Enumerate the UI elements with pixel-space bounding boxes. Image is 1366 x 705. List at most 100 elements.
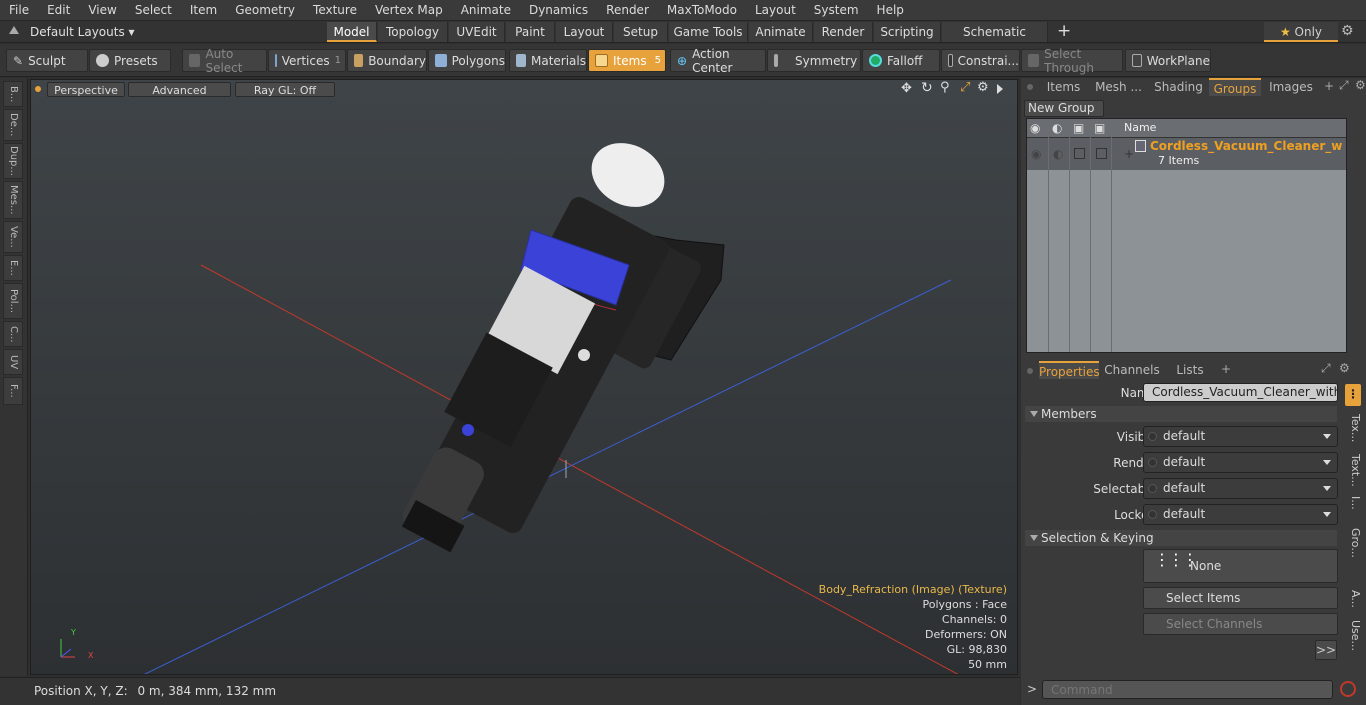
materials-button[interactable]: Materials	[509, 49, 587, 72]
tab-shading[interactable]: Shading	[1151, 78, 1206, 96]
add-panel-tab-icon[interactable]: +	[1324, 79, 1334, 93]
none-button[interactable]: ⋮⋮⋮ None	[1143, 549, 1338, 583]
workplane-button[interactable]: WorkPlane	[1125, 49, 1211, 72]
menu-system[interactable]: System	[805, 0, 868, 21]
row-lock-checkbox[interactable]	[1074, 148, 1085, 159]
side-tab-text[interactable]: Text...	[1346, 450, 1362, 490]
more-button[interactable]: >>	[1315, 640, 1337, 660]
left-tab-polygon[interactable]: Pol...	[3, 283, 23, 319]
menu-geometry[interactable]: Geometry	[226, 0, 304, 21]
tab-groups[interactable]: Groups	[1209, 78, 1261, 96]
tab-game-tools[interactable]: Game Tools	[669, 22, 748, 42]
select-channels-button[interactable]: Select Channels	[1143, 613, 1338, 635]
row-eye-icon[interactable]: ◉	[1031, 147, 1041, 161]
expand-panel-icon[interactable]: ⤢	[1339, 78, 1349, 93]
side-tab-a[interactable]: A...	[1346, 584, 1362, 614]
record-icon[interactable]	[1340, 681, 1356, 697]
command-input[interactable]	[1042, 680, 1333, 699]
tab-scripting[interactable]: Scripting	[874, 22, 941, 42]
tab-uvedit[interactable]: UVEdit	[449, 22, 505, 42]
props-gear-icon[interactable]: ⚙	[1339, 361, 1350, 375]
side-tab-use[interactable]: Use...	[1346, 616, 1362, 656]
menu-file[interactable]: File	[0, 0, 38, 21]
symmetry-button[interactable]: Symmetry	[767, 49, 861, 72]
left-tab-basic[interactable]: B...	[3, 81, 23, 107]
vertices-button[interactable]: Vertices 1	[268, 49, 346, 72]
expand-plus-icon[interactable]: +	[1124, 147, 1134, 161]
menu-view[interactable]: View	[79, 0, 125, 21]
tab-render[interactable]: Render	[814, 22, 873, 42]
left-tab-fusion[interactable]: F...	[3, 377, 23, 405]
menu-select[interactable]: Select	[126, 0, 181, 21]
tab-setup[interactable]: Setup	[614, 22, 668, 42]
locked-dropdown[interactable]: default	[1143, 504, 1338, 525]
panel-menu-icon[interactable]	[1027, 84, 1033, 90]
side-tab-i[interactable]: I...	[1346, 490, 1362, 516]
tab-paint[interactable]: Paint	[506, 22, 555, 42]
select-cube-icon[interactable]: ▣	[1094, 121, 1105, 135]
gear-icon[interactable]: ⚙	[1341, 23, 1354, 39]
menu-edit[interactable]: Edit	[38, 0, 79, 21]
locked-radio[interactable]	[1148, 510, 1157, 519]
add-props-tab-icon[interactable]: +	[1221, 362, 1231, 376]
tab-mesh[interactable]: Mesh ...	[1091, 78, 1146, 96]
selectable-dropdown[interactable]: default	[1143, 478, 1338, 499]
add-tab-icon[interactable]: +	[1057, 21, 1071, 41]
render-icon[interactable]: ◐	[1052, 121, 1062, 135]
visible-radio[interactable]	[1148, 432, 1157, 441]
members-section[interactable]: Members	[1025, 406, 1337, 422]
tab-images[interactable]: Images	[1266, 78, 1316, 96]
items-button[interactable]: Items 5	[588, 49, 666, 72]
group-name[interactable]: Cordless_Vacuum_Cleaner_with...	[1150, 139, 1342, 153]
row-select-checkbox[interactable]	[1096, 148, 1107, 159]
falloff-button[interactable]: Falloff	[862, 49, 940, 72]
left-tab-curve[interactable]: C...	[3, 321, 23, 347]
vacuum-cleaner-model[interactable]	[398, 131, 725, 553]
layout-up-icon[interactable]	[9, 26, 19, 34]
left-tab-edge[interactable]: E...	[3, 255, 23, 281]
menu-layout[interactable]: Layout	[746, 0, 805, 21]
visible-dropdown[interactable]: default	[1143, 426, 1338, 447]
left-tab-duplicate[interactable]: Dup...	[3, 143, 23, 179]
selection-keying-section[interactable]: Selection & Keying	[1025, 530, 1337, 546]
left-tab-mesh[interactable]: Mes...	[3, 181, 23, 219]
left-tab-vertex[interactable]: Ve...	[3, 221, 23, 253]
menu-item[interactable]: Item	[181, 0, 226, 21]
tab-layout[interactable]: Layout	[556, 22, 613, 42]
3d-viewport[interactable]: Perspective Advanced Ray GL: Off ✥ ↻ ⚲ ⤢…	[30, 79, 1018, 675]
side-tab-groups[interactable]: Gro...	[1346, 520, 1362, 566]
visibility-eye-icon[interactable]: ◉	[1030, 121, 1040, 135]
menu-help[interactable]: Help	[868, 0, 913, 21]
expand-props-icon[interactable]: ⤢	[1321, 361, 1331, 376]
lock-cube-icon[interactable]: ▣	[1073, 121, 1084, 135]
select-through-button[interactable]: Select Through	[1021, 47, 1123, 75]
panel-gear-icon[interactable]: ⚙	[1355, 78, 1366, 92]
tab-model[interactable]: Model	[327, 22, 377, 42]
menu-animate[interactable]: Animate	[452, 0, 520, 21]
name-input[interactable]: Cordless_Vacuum_Cleaner_with_Brush	[1143, 383, 1338, 402]
tab-schematic-fusion[interactable]: Schematic Fusion	[942, 22, 1048, 59]
tab-animate[interactable]: Animate	[749, 22, 813, 42]
presets-button[interactable]: Presets	[89, 49, 171, 72]
sculpt-button[interactable]: ✎ Sculpt	[6, 49, 88, 72]
selectable-radio[interactable]	[1148, 484, 1157, 493]
polygons-button[interactable]: Polygons	[428, 49, 506, 72]
menu-render[interactable]: Render	[597, 0, 658, 21]
name-column-header[interactable]: Name	[1124, 121, 1156, 134]
tab-channels[interactable]: Channels	[1103, 361, 1161, 379]
side-tab-tex[interactable]: Tex...	[1346, 410, 1362, 446]
only-toggle[interactable]: ★ Only	[1264, 22, 1338, 42]
tab-items[interactable]: Items	[1041, 78, 1086, 96]
render-dropdown[interactable]: default	[1143, 452, 1338, 473]
constraints-button[interactable]: Constrai...	[941, 49, 1020, 72]
select-items-button[interactable]: Select Items	[1143, 587, 1338, 609]
left-tab-uv[interactable]: UV	[3, 349, 23, 375]
tab-topology[interactable]: Topology	[378, 22, 448, 42]
render-radio[interactable]	[1148, 458, 1157, 467]
table-row[interactable]: ◉ ◐ + Cordless_Vacuum_Cleaner_with... 7 …	[1027, 138, 1346, 170]
auto-select-button[interactable]: Auto Select	[182, 47, 267, 75]
name-options-icon[interactable]: ⋮	[1345, 384, 1361, 406]
menu-maxtomodo[interactable]: MaxToModo	[658, 0, 746, 21]
tab-lists[interactable]: Lists	[1166, 361, 1214, 379]
props-menu-icon[interactable]	[1027, 368, 1033, 374]
